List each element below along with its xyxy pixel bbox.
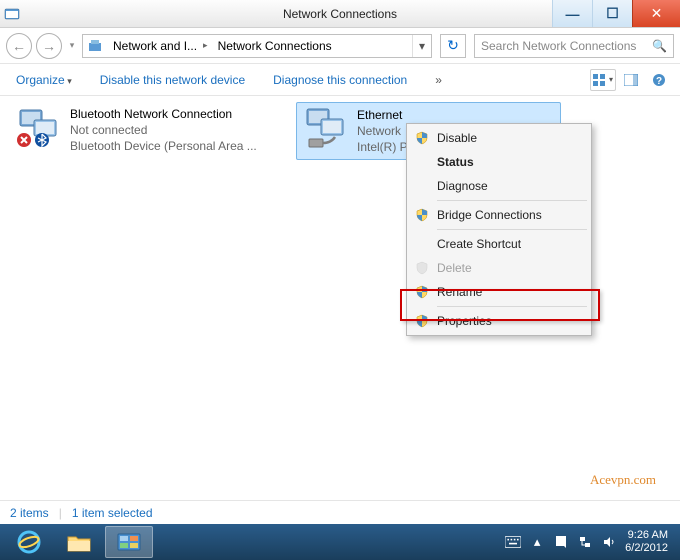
help-button[interactable]: ? — [646, 69, 672, 91]
toolbar: Organize Disable this network device Dia… — [0, 64, 680, 96]
back-button[interactable]: ← — [6, 33, 32, 59]
address-icon — [87, 38, 103, 54]
statusbar: 2 items | 1 item selected — [0, 500, 680, 524]
tray-expand-icon[interactable]: ▴ — [529, 534, 545, 550]
disable-device-button[interactable]: Disable this network device — [92, 69, 253, 91]
taskbar: ▴ 9:26 AM 6/2/2012 — [0, 524, 680, 560]
address-dropdown[interactable]: ▾ — [412, 35, 431, 57]
separator — [437, 229, 587, 230]
close-button[interactable]: ✕ — [632, 0, 680, 27]
watermark: Acevpn.com — [590, 472, 656, 488]
shield-icon — [415, 261, 429, 275]
separator: | — [59, 506, 62, 520]
bluetooth-status: Not connected — [70, 122, 257, 138]
view-options-button[interactable]: ▾ — [590, 69, 616, 91]
ctx-properties[interactable]: Properties — [409, 309, 589, 333]
ethernet-name: Ethernet — [357, 107, 436, 123]
bluetooth-icon — [14, 106, 62, 150]
network-icon[interactable] — [577, 534, 593, 550]
forward-button[interactable]: → — [36, 33, 62, 59]
diagnose-button[interactable]: Diagnose this connection — [265, 69, 415, 91]
ctx-bridge[interactable]: Bridge Connections — [409, 203, 589, 227]
history-dropdown[interactable]: ▾ — [66, 40, 78, 51]
search-placeholder: Search Network Connections — [481, 39, 636, 53]
taskbar-explorer[interactable] — [55, 526, 103, 558]
ctx-diagnose[interactable]: Diagnose — [409, 174, 589, 198]
navbar: ← → ▾ Network and I... ▸ Network Connect… — [0, 28, 680, 64]
action-center-icon[interactable] — [553, 534, 569, 550]
maximize-button[interactable]: ☐ — [592, 0, 632, 27]
address-bar[interactable]: Network and I... ▸ Network Connections ▾ — [82, 34, 432, 58]
ctx-disable[interactable]: Disable — [409, 126, 589, 150]
content-area: Bluetooth Network Connection Not connect… — [0, 96, 680, 500]
svg-text:?: ? — [656, 76, 662, 87]
minimize-button[interactable]: — — [552, 0, 592, 27]
ctx-shortcut[interactable]: Create Shortcut — [409, 232, 589, 256]
keyboard-icon[interactable] — [505, 534, 521, 550]
breadcrumb-1[interactable]: Network and I... — [107, 39, 199, 53]
shield-icon — [415, 285, 429, 299]
search-icon: 🔍 — [652, 39, 667, 53]
more-commands[interactable]: » — [427, 73, 450, 87]
volume-icon[interactable] — [601, 534, 617, 550]
ctx-delete: Delete — [409, 256, 589, 280]
clock[interactable]: 9:26 AM 6/2/2012 — [625, 529, 668, 555]
separator — [437, 200, 587, 201]
ctx-status[interactable]: Status — [409, 150, 589, 174]
shield-icon — [415, 314, 429, 328]
bluetooth-name: Bluetooth Network Connection — [70, 106, 257, 122]
system-tray: ▴ 9:26 AM 6/2/2012 — [497, 529, 676, 555]
date: 6/2/2012 — [625, 542, 668, 555]
chevron-icon[interactable]: ▸ — [199, 40, 212, 51]
separator — [437, 306, 587, 307]
search-box[interactable]: Search Network Connections 🔍 — [474, 34, 674, 58]
status-items: 2 items — [10, 506, 49, 520]
ethernet-icon — [301, 107, 349, 151]
time: 9:26 AM — [625, 529, 668, 542]
shield-icon — [415, 208, 429, 222]
organize-menu[interactable]: Organize — [8, 69, 80, 91]
context-menu: Disable Status Diagnose Bridge Connectio… — [406, 123, 592, 336]
ctx-rename[interactable]: Rename — [409, 280, 589, 304]
titlebar: Network Connections — ☐ ✕ — [0, 0, 680, 28]
taskbar-ie[interactable] — [5, 526, 53, 558]
taskbar-control-panel[interactable] — [105, 526, 153, 558]
connection-bluetooth[interactable]: Bluetooth Network Connection Not connect… — [10, 102, 280, 158]
status-selected: 1 item selected — [72, 506, 153, 520]
preview-pane-button[interactable] — [618, 69, 644, 91]
breadcrumb-2[interactable]: Network Connections — [212, 39, 334, 53]
window-icon — [4, 6, 20, 22]
refresh-button[interactable]: ↻ — [440, 34, 466, 58]
shield-icon — [415, 131, 429, 145]
bluetooth-device: Bluetooth Device (Personal Area ... — [70, 138, 257, 154]
